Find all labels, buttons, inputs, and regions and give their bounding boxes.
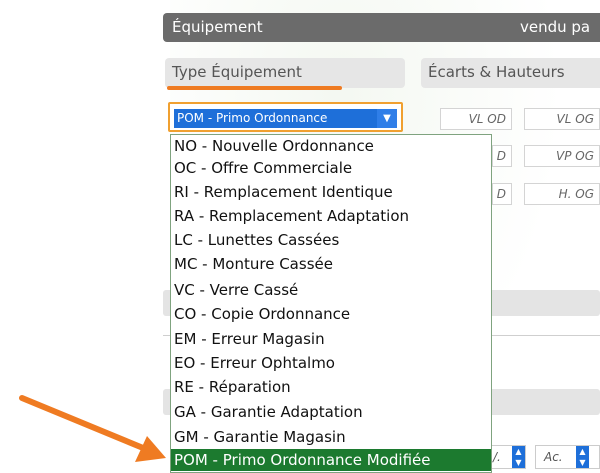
arrow-pointer-icon [19,395,166,462]
